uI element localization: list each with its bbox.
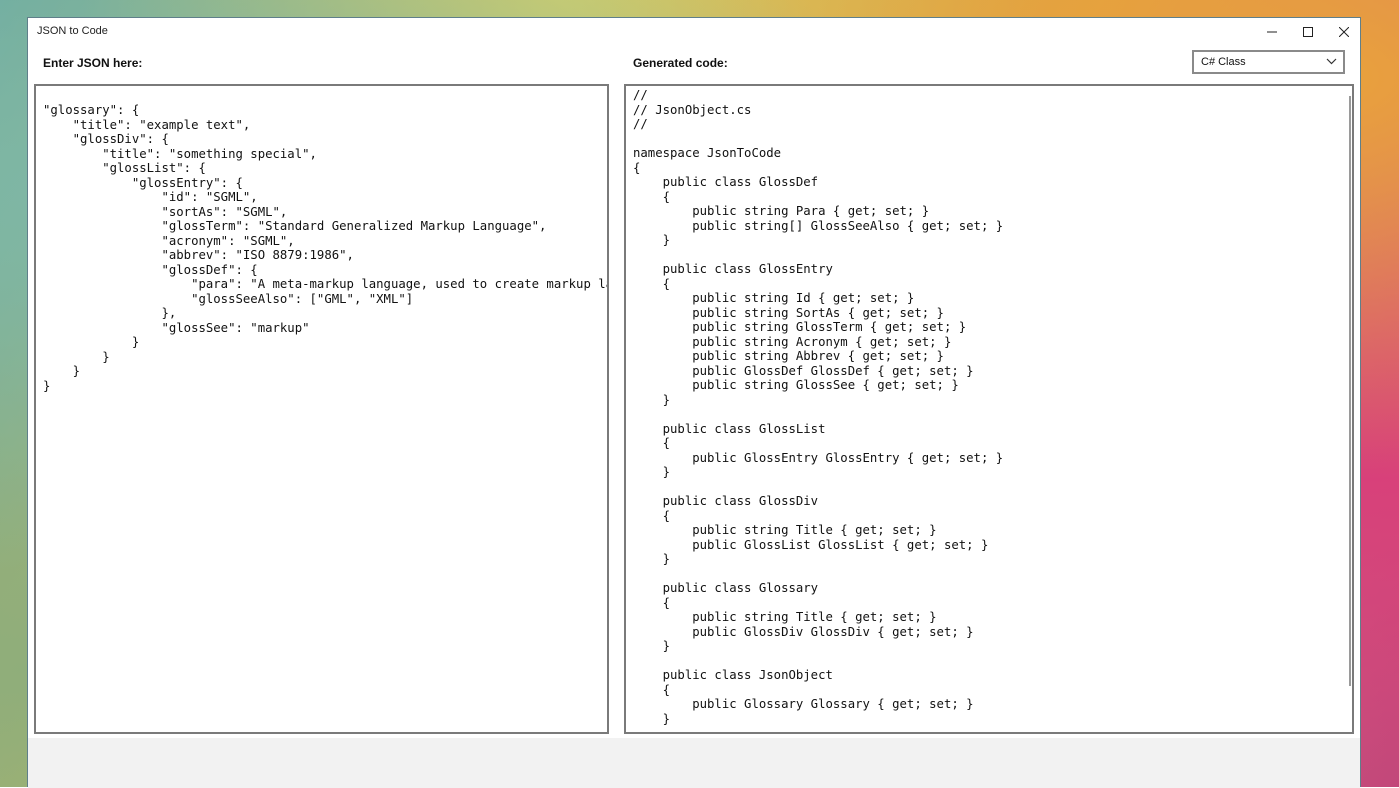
maximize-button[interactable] <box>1290 18 1326 46</box>
window-title: JSON to Code <box>37 25 108 37</box>
minimize-icon <box>1267 31 1277 33</box>
language-dropdown[interactable]: C# Class <box>1192 50 1345 74</box>
close-button[interactable] <box>1326 18 1362 46</box>
app-window: JSON to Code Enter JSON here: Generated … <box>27 17 1361 788</box>
maximize-icon <box>1303 27 1313 37</box>
vertical-scrollbar[interactable] <box>1349 96 1351 686</box>
generated-code-textbox[interactable]: // // JsonObject.cs // namespace JsonToC… <box>624 84 1354 734</box>
json-input-text: "glossary": { "title": "example text", "… <box>43 103 607 393</box>
chevron-down-icon <box>1326 58 1337 65</box>
minimize-button[interactable] <box>1254 18 1290 46</box>
footer-bar <box>28 738 1360 788</box>
json-input-textbox[interactable]: "glossary": { "title": "example text", "… <box>34 84 609 734</box>
generated-code-label: Generated code: <box>633 56 728 70</box>
language-selected-value: C# Class <box>1201 56 1246 68</box>
json-input-label: Enter JSON here: <box>43 56 143 70</box>
title-bar[interactable]: JSON to Code <box>28 18 1360 46</box>
generated-code-text: // // JsonObject.cs // namespace JsonToC… <box>633 88 1004 726</box>
close-icon <box>1339 27 1349 37</box>
